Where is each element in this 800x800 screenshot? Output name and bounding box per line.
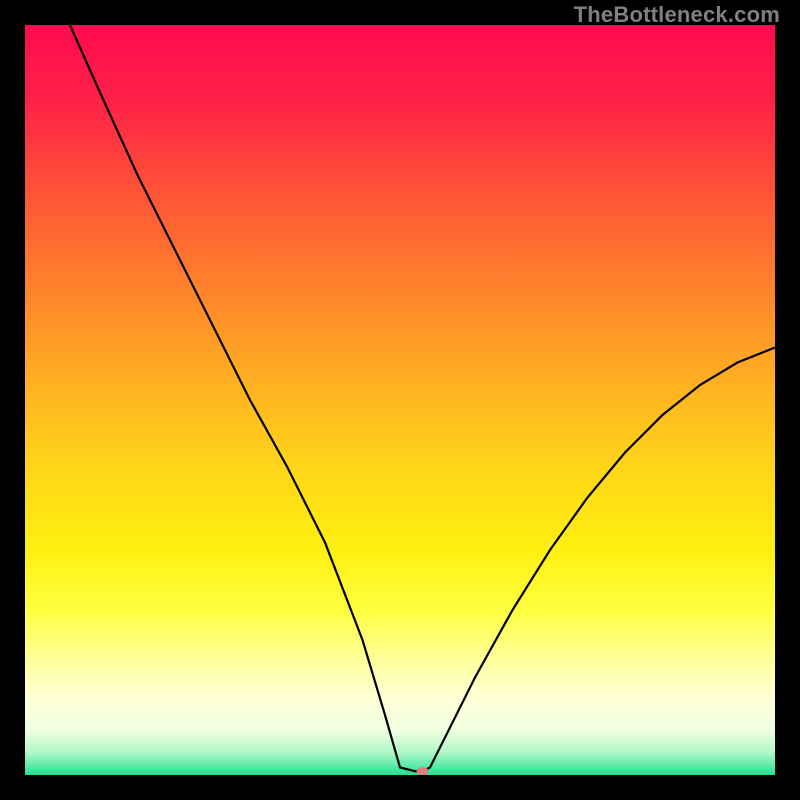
watermark-text: TheBottleneck.com bbox=[574, 2, 780, 28]
plot-area bbox=[25, 25, 775, 775]
optimal-marker bbox=[417, 767, 429, 775]
chart-frame: TheBottleneck.com bbox=[0, 0, 800, 800]
gradient-background bbox=[25, 25, 775, 775]
bottleneck-chart bbox=[25, 25, 775, 775]
